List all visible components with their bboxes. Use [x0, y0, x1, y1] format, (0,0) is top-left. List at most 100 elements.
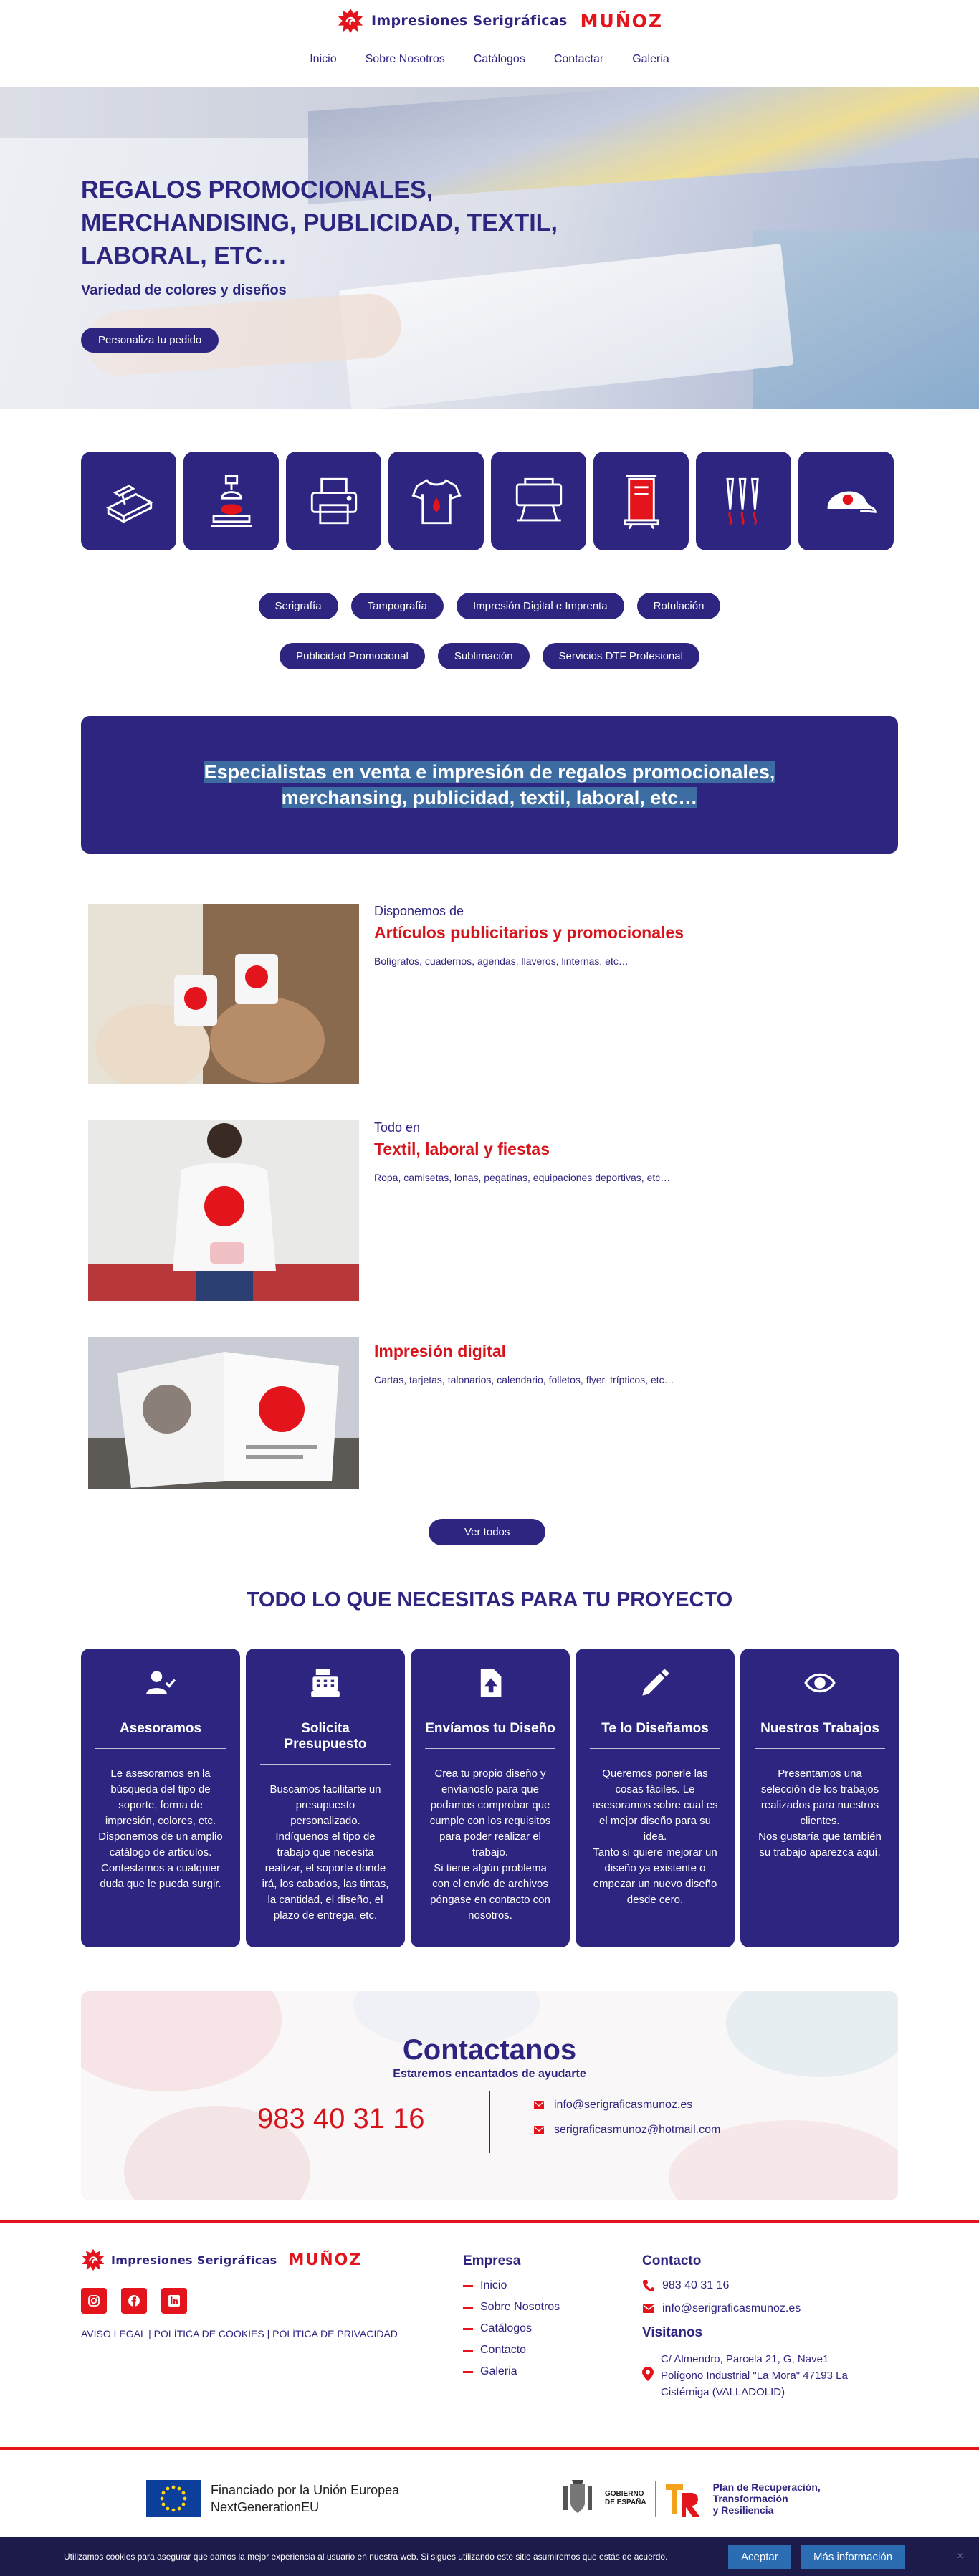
cookie-accept-button[interactable]: Aceptar — [728, 2544, 791, 2569]
service-cards: Asesoramos Le asesoramos en la búsqueda … — [81, 1649, 899, 1947]
tile-marcadores[interactable] — [696, 452, 791, 550]
pill-rotulacion[interactable]: Rotulación — [636, 593, 721, 619]
card-envia-diseno: Envíamos tu Diseño Crea tu propio diseño… — [411, 1649, 570, 1947]
dash-marker — [463, 2349, 473, 2352]
pill-publicidad-promocional[interactable]: Publicidad Promocional — [280, 643, 425, 669]
contact-emails: info@serigraficasmunoz.es serigraficasmu… — [534, 2099, 720, 2149]
tile-gorras[interactable] — [798, 452, 894, 550]
tile-serigrafia[interactable] — [81, 452, 176, 550]
footer-link-inicio[interactable]: Inicio — [463, 2279, 560, 2292]
footer-link-galeria[interactable]: Galeria — [463, 2365, 560, 2378]
instagram-button[interactable] — [81, 2288, 107, 2314]
main-nav: Inicio Sobre Nosotros Catálogos Contacta… — [0, 53, 979, 66]
nav-inicio[interactable]: Inicio — [310, 53, 336, 66]
contact-phone-link[interactable]: 983 40 31 16 — [257, 2103, 425, 2135]
section-title: TODO LO QUE NECESITAS PARA TU PROYECTO — [246, 1588, 733, 1611]
facebook-icon — [128, 2295, 140, 2307]
hero-subtitle: Variedad de colores y diseños — [81, 282, 287, 298]
eye-icon — [804, 1673, 836, 1693]
cookie-more-info-button[interactable]: Más información — [801, 2544, 906, 2569]
product-image-magazine[interactable] — [88, 1337, 359, 1489]
card-text: Presentamos una selección de los trabajo… — [758, 1768, 882, 1859]
contact-email-1[interactable]: info@serigraficasmunoz.es — [534, 2099, 720, 2112]
footer-logo[interactable]: Impresiones Serigráficas MUÑOZ — [81, 2248, 362, 2272]
personaliza-button[interactable]: Personaliza tu pedido — [81, 328, 219, 353]
footer-link-catalogos[interactable]: Catálogos — [463, 2322, 560, 2335]
facebook-button[interactable] — [121, 2288, 147, 2314]
screen-printing-squeegee-icon — [105, 485, 153, 524]
printer-icon — [310, 477, 357, 525]
card-text: Crea tu propio diseño y envíanoslo para … — [429, 1768, 551, 1922]
logo-splash-icon — [82, 2248, 105, 2271]
footer-contacto-title: Contacto — [642, 2253, 702, 2269]
logo-splash-icon — [338, 8, 363, 34]
pill-sublimacion[interactable]: Sublimación — [437, 643, 530, 669]
nav-sobre-nosotros[interactable]: Sobre Nosotros — [366, 53, 445, 66]
contact-email-2[interactable]: serigraficasmunoz@hotmail.com — [534, 2124, 720, 2137]
footer-empresa-title: Empresa — [463, 2253, 521, 2269]
pill-dtf[interactable]: Servicios DTF Profesional — [542, 643, 699, 669]
product-title[interactable]: Textil, laboral y fiestas — [374, 1140, 670, 1159]
tile-rollup[interactable] — [593, 452, 689, 550]
site-logo[interactable]: Impresiones Serigráficas MUÑOZ — [337, 7, 663, 34]
hero-title: REGALOS PROMOCIONALES, MERCHANDISING, PU… — [81, 176, 558, 269]
pill-impresion-digital[interactable]: Impresión Digital e Imprenta — [456, 593, 624, 619]
nav-catalogos[interactable]: Catálogos — [474, 53, 525, 66]
footer-link-contacto[interactable]: Contacto — [463, 2344, 560, 2357]
pad-printing-machine-icon — [210, 475, 252, 527]
footer-phone[interactable]: 983 40 31 16 — [642, 2279, 886, 2292]
footer-bottom-line — [0, 2447, 979, 2450]
pencil-icon — [642, 1669, 669, 1696]
footer-email[interactable]: info@serigraficasmunoz.es — [642, 2302, 886, 2315]
gov-funding-logo: GOBIERNO DE ESPAÑA Plan de Recuperación,… — [559, 2479, 821, 2519]
eu-funding-text: Financiado por la Unión Europea NextGene… — [211, 2481, 399, 2516]
prtr-logo-icon — [665, 2484, 700, 2517]
prtr-text: Plan de Recuperación, Transformación y R… — [712, 2481, 821, 2516]
spain-coat-of-arms-icon — [563, 2480, 592, 2513]
product-title[interactable]: Artículos publicitarios y promocionales — [374, 923, 684, 943]
envelope-icon — [643, 2304, 654, 2313]
pill-serigrafia[interactable]: Serigrafía — [258, 593, 338, 619]
footer-top-line — [0, 2220, 979, 2223]
linkedin-button[interactable] — [161, 2288, 187, 2314]
mugs-photo-illustration — [88, 904, 359, 1084]
banner-text: Especialistas en venta e impresión de re… — [203, 759, 776, 811]
cash-register-icon — [311, 1669, 340, 1697]
nav-contactar[interactable]: Contactar — [554, 53, 603, 66]
cookie-close-icon[interactable]: × — [957, 2550, 963, 2563]
product-image-tshirt[interactable] — [88, 1120, 359, 1301]
tile-impresion[interactable] — [286, 452, 381, 550]
tshirt-ink-icon — [411, 479, 462, 525]
category-pills-row-2: Publicidad Promocional Sublimación Servi… — [0, 643, 979, 669]
tshirt-photo-illustration — [88, 1120, 359, 1301]
tile-tampografia[interactable] — [183, 452, 279, 550]
eu-flag-icon — [146, 2480, 201, 2517]
product-description: Cartas, tarjetas, talonarios, calendario… — [374, 1374, 674, 1385]
social-links — [81, 2288, 187, 2314]
footer-link-label: Catálogos — [480, 2322, 533, 2334]
contact-divider — [489, 2091, 490, 2153]
tile-rotulacion[interactable] — [491, 452, 586, 550]
contact-subtitle: Estaremos encantados de ayudarte — [393, 2068, 586, 2080]
rollup-banner-icon — [624, 475, 659, 530]
instagram-icon — [88, 2295, 100, 2307]
map-marker-icon — [642, 2367, 654, 2381]
footer-address: C/ Almendro, Parcela 21, G, Nave1 Polígo… — [642, 2351, 886, 2400]
footer-link-sobre-nosotros[interactable]: Sobre Nosotros — [463, 2301, 560, 2314]
legal-links[interactable]: AVISO LEGAL | POLÍTICA DE COOKIES | POLÍ… — [81, 2328, 398, 2339]
footer-link-label: Sobre Nosotros — [480, 2301, 560, 2313]
card-title: Solicita Presupuesto — [260, 1721, 391, 1765]
banner-text-highlight: Especialistas en venta e impresión de re… — [204, 761, 775, 808]
product-description: Ropa, camisetas, lonas, pegatinas, equip… — [374, 1172, 671, 1183]
funding-logos: Financiado por la Unión Europea NextGene… — [0, 2458, 979, 2537]
ver-todos-button[interactable]: Ver todos — [429, 1519, 546, 1545]
pill-tampografia[interactable]: Tampografía — [350, 593, 444, 619]
tile-textil[interactable] — [388, 452, 484, 550]
product-title[interactable]: Impresión digital — [374, 1342, 674, 1361]
product-image-mugs[interactable] — [88, 904, 359, 1084]
product-info: Disponemos de Artículos publicitarios y … — [374, 904, 684, 967]
eu-funding-logo: Financiado por la Unión Europea NextGene… — [146, 2480, 399, 2517]
nav-galeria[interactable]: Galeria — [632, 53, 669, 66]
logo-text: Impresiones Serigráficas — [111, 2253, 277, 2267]
hero-section: REGALOS PROMOCIONALES, MERCHANDISING, PU… — [0, 87, 979, 409]
